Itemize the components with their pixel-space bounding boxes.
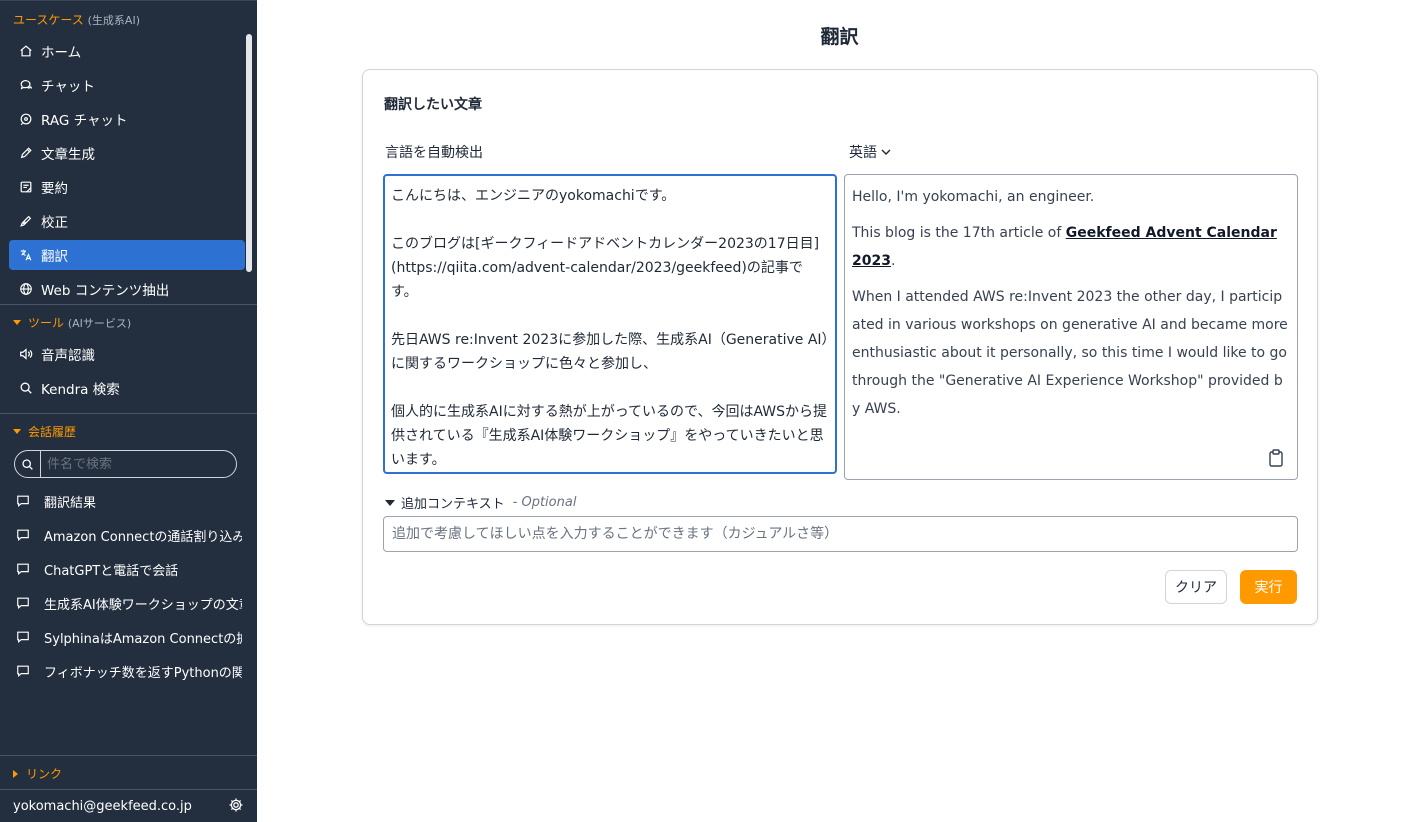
history-item[interactable]: SylphinaはAmazon Connectの拡 — [16, 622, 242, 652]
sidebar-item-summary[interactable]: 要約 — [9, 172, 245, 202]
links-section-toggle[interactable]: リンク — [13, 765, 62, 782]
source-text-area[interactable]: こんにちは、エンジニアのyokomachiです。 このブログは[ギークフィードア… — [383, 174, 837, 474]
translation-result: Hello, I'm yokomachi, an engineer. This … — [844, 174, 1298, 480]
sidebar-item-proofread[interactable]: 校正 — [9, 206, 245, 236]
sidebar-item-rag-chat[interactable]: RAG チャット — [9, 104, 245, 134]
caret-down-icon — [385, 499, 395, 506]
gear-icon[interactable] — [228, 797, 244, 817]
search-icon — [19, 381, 33, 395]
sidebar-item-text-generation[interactable]: 文章生成 — [9, 138, 245, 168]
sidebar-divider — [0, 755, 257, 756]
history-section-toggle[interactable]: 会話履歴 — [13, 423, 76, 440]
pencil-icon — [19, 146, 33, 160]
sidebar-item-translate[interactable]: 翻訳 — [9, 240, 245, 270]
chevron-down-icon — [881, 149, 891, 155]
caret-right-icon — [13, 769, 18, 778]
sidebar-scrollbar[interactable] — [246, 34, 252, 272]
translate-card: 翻訳したい文章 言語を自動検出 英語 こんにちは、エンジニアのyokomachi… — [362, 69, 1318, 625]
run-button[interactable]: 実行 — [1240, 570, 1297, 604]
search-icon — [15, 451, 41, 477]
result-paragraph: This blog is the 17th article of Geekfee… — [852, 225, 1277, 269]
usecase-section-title: ユースケース (生成系AI) — [13, 13, 140, 27]
additional-context-toggle[interactable]: 追加コンテキスト - Optional — [385, 493, 576, 512]
tools-section-toggle[interactable]: ツール (AIサービス) — [13, 314, 131, 331]
globe-icon — [19, 282, 33, 296]
sidebar-item-label: RAG チャット — [41, 113, 128, 129]
caret-down-icon — [13, 320, 21, 325]
translate-icon — [19, 248, 33, 262]
message-icon — [17, 597, 29, 610]
additional-context-input[interactable] — [383, 516, 1298, 552]
history-item[interactable]: Amazon Connectの通話割り込み — [16, 520, 242, 550]
sidebar-item-label: 校正 — [41, 215, 68, 231]
user-row: yokomachi@geekfeed.co.jp — [0, 790, 257, 822]
source-language-label: 言語を自動検出 — [385, 145, 483, 161]
proofread-icon — [19, 214, 33, 228]
history-search — [14, 450, 237, 478]
home-icon — [19, 44, 33, 58]
message-icon — [17, 563, 29, 576]
sidebar-item-label: 文章生成 — [41, 147, 95, 163]
sidebar-divider — [0, 304, 257, 305]
sidebar: ユースケース (生成系AI) ホーム チャット RAG チャット 文章生成 要約… — [0, 0, 257, 822]
sidebar-item-label: 要約 — [41, 181, 68, 197]
sidebar-item-web-extract[interactable]: Web コンテンツ抽出 — [9, 274, 245, 304]
history-item[interactable]: 翻訳結果 — [16, 486, 242, 516]
sidebar-divider — [0, 413, 257, 414]
sidebar-item-speech-recognition[interactable]: 音声認識 — [9, 339, 245, 369]
clipboard-icon[interactable] — [1268, 449, 1284, 467]
chat-icon — [19, 78, 33, 92]
history-item[interactable]: 生成系AI体験ワークショップの文章 — [16, 588, 242, 618]
speaker-icon — [19, 347, 33, 361]
result-paragraph: Hello, I'm yokomachi, an engineer. — [852, 189, 1095, 205]
history-item[interactable]: フィボナッチ数を返すPythonの関数 — [16, 656, 242, 686]
sidebar-item-label: 翻訳 — [41, 249, 68, 265]
message-icon — [17, 495, 29, 508]
caret-down-icon — [13, 429, 21, 434]
sidebar-item-kendra-search[interactable]: Kendra 検索 — [9, 373, 245, 403]
sidebar-item-label: ホーム — [41, 45, 82, 61]
sidebar-item-label: チャット — [41, 79, 95, 95]
history-item[interactable]: ChatGPTと電話で会話 — [16, 554, 242, 584]
result-paragraph: When I attended AWS re:Invent 2023 the o… — [852, 289, 1288, 417]
clear-button[interactable]: クリア — [1165, 570, 1227, 604]
sidebar-item-label: 音声認識 — [41, 348, 95, 364]
target-language-select[interactable]: 英語 — [849, 142, 892, 162]
rag-chat-icon — [19, 112, 33, 126]
message-icon — [17, 665, 29, 678]
message-icon — [17, 631, 29, 644]
summary-icon — [19, 180, 33, 194]
user-email: yokomachi@geekfeed.co.jp — [13, 799, 192, 814]
history-search-input[interactable] — [41, 456, 221, 472]
sidebar-item-chat[interactable]: チャット — [9, 70, 245, 100]
sidebar-item-home[interactable]: ホーム — [9, 36, 245, 66]
sidebar-item-label: Web コンテンツ抽出 — [41, 283, 170, 299]
page-title: 翻訳 — [820, 26, 859, 48]
message-icon — [17, 529, 29, 542]
card-title: 翻訳したい文章 — [384, 97, 482, 113]
sidebar-item-label: Kendra 検索 — [41, 382, 120, 398]
